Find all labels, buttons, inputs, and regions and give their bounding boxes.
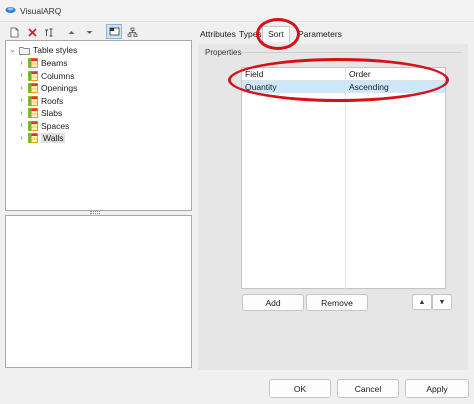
visualarq-logo-icon [5,7,16,13]
tree-item-label: Openings [41,83,78,93]
folder-icon [19,46,30,55]
window-title: VisualARQ [20,6,62,16]
table-style-icon [28,120,38,131]
apply-button[interactable]: Apply [405,379,469,398]
properties-divider [240,52,462,53]
chevron-down-icon[interactable]: ⌄ [9,46,16,54]
table-style-icon [28,108,38,118]
tree-root-table-styles[interactable]: ⌄ Table styles [9,44,78,56]
tree-item-beams[interactable]: › Beams [18,57,67,69]
tree-item-label: Beams [41,58,68,68]
table-style-icon [28,83,38,93]
table-row[interactable]: Quantity Ascending [242,81,445,93]
move-up-button[interactable] [64,25,78,39]
grid-header: Field Order [242,68,445,81]
chevron-right-icon[interactable]: › [18,122,25,129]
tree-item-openings[interactable]: › Openings [18,82,77,94]
column-header-field[interactable]: Field [245,69,263,79]
sort-up-button[interactable]: ▲ [412,294,432,310]
tab-attributes[interactable]: Attributes [200,29,236,39]
properties-label: Properties [205,48,242,57]
chevron-right-icon[interactable]: › [18,110,25,117]
delete-icon [27,27,37,37]
rename-icon [44,28,52,36]
grid-column-divider [345,67,346,289]
move-down-button[interactable] [82,25,96,39]
tree-item-walls[interactable]: › Walls [18,132,66,144]
chevron-right-icon[interactable]: › [18,60,25,67]
preview-panel [5,215,192,368]
tree-view-button[interactable] [125,25,139,39]
tree-item-label: Columns [41,70,75,81]
table-style-icon [28,58,38,68]
arrow-up-icon: ▲ [418,298,426,306]
cancel-button[interactable]: Cancel [337,379,399,398]
table-view-icon [109,27,119,36]
tree-view-icon [127,27,137,37]
chevron-right-icon[interactable]: › [18,72,25,79]
chevron-right-icon[interactable]: › [18,85,25,92]
cell-field[interactable]: Quantity [245,82,277,92]
arrow-down-icon [86,30,92,34]
remove-button[interactable]: Remove [306,294,368,311]
tree-item-label: Spaces [41,120,70,131]
tree-item-roofs[interactable]: › Roofs [18,95,63,107]
column-header-order[interactable]: Order [349,69,371,79]
table-style-icon [28,95,38,106]
chevron-right-icon[interactable]: › [18,135,25,142]
arrow-down-icon: ▼ [438,298,446,306]
tree-item-slabs[interactable]: › Slabs [18,107,62,119]
sort-down-button[interactable]: ▼ [432,294,452,310]
rename-button[interactable] [42,25,56,39]
splitter-handle[interactable] [90,211,100,214]
table-style-icon [28,133,38,143]
chevron-right-icon[interactable]: › [18,97,25,104]
tab-sort[interactable]: Sort [262,26,290,42]
tree-item-label: Walls [41,133,66,143]
sort-grid[interactable] [241,67,446,289]
tree-item-label: Roofs [41,95,64,106]
table-style-icon [28,70,38,81]
tab-types[interactable]: Types [239,29,262,39]
ok-button[interactable]: OK [269,379,331,398]
new-icon [10,27,18,37]
tree-item-spaces[interactable]: › Spaces [18,120,69,132]
new-button[interactable] [7,25,21,39]
cell-order[interactable]: Ascending [349,82,389,92]
arrow-up-icon [68,30,74,34]
table-view-button[interactable] [106,24,122,39]
tree-item-columns[interactable]: › Columns [18,70,75,82]
delete-button[interactable] [25,25,39,39]
add-button[interactable]: Add [242,294,304,311]
tree-root-label: Table styles [33,45,78,55]
tab-parameters[interactable]: Parameters [298,29,342,39]
title-bar [0,0,474,22]
tree-item-label: Slabs [41,108,63,118]
